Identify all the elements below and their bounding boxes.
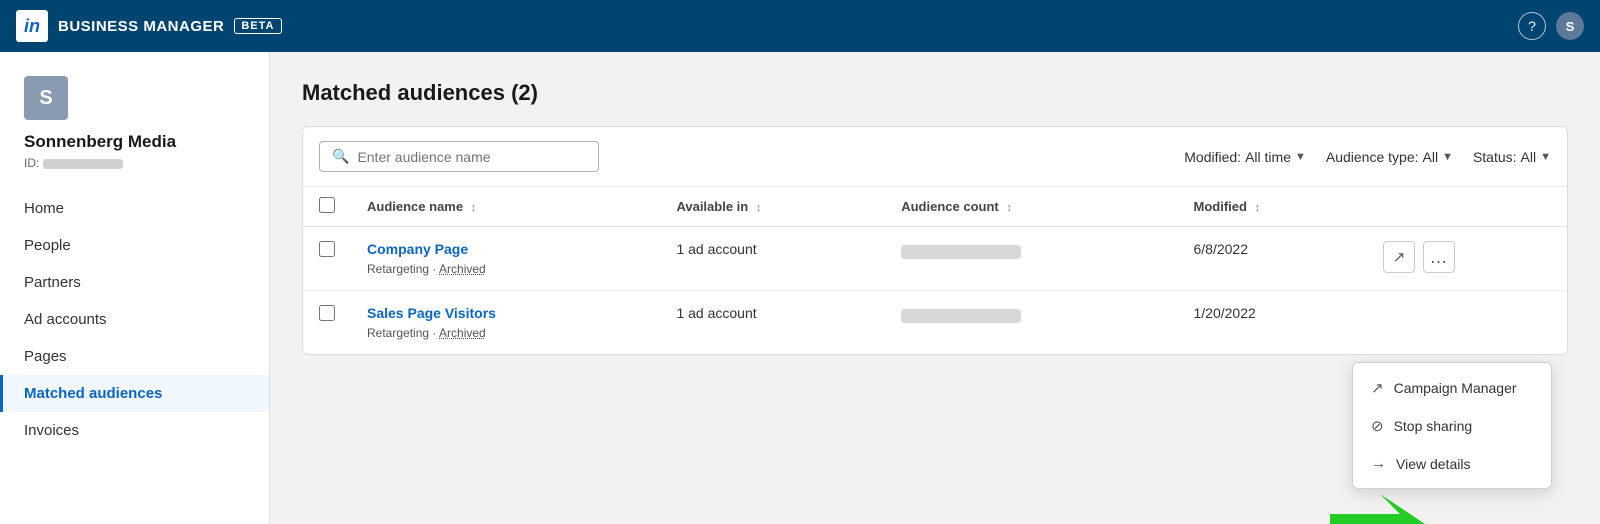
menu-item-stop-sharing-label: Stop sharing [1394, 418, 1473, 434]
modified-value: All time [1245, 149, 1291, 165]
status-value: All [1521, 149, 1537, 165]
topnav-left: in BUSINESS MANAGER BETA [16, 10, 282, 42]
row1-name-cell: Company Page Retargeting · Archived [351, 227, 660, 291]
col-available-in[interactable]: Available in ↕ [660, 187, 885, 227]
business-manager-title: BUSINESS MANAGER [58, 18, 224, 35]
menu-item-view-details-label: View details [1396, 456, 1470, 472]
col-audience-name[interactable]: Audience name ↕ [351, 187, 660, 227]
col-modified[interactable]: Modified ↕ [1178, 187, 1367, 227]
row2-available-in: 1 ad account [660, 291, 885, 355]
row2-checkbox-cell [303, 291, 351, 355]
top-navigation: in BUSINESS MANAGER BETA ? S [0, 0, 1600, 52]
campaign-manager-icon: ↗ [1371, 379, 1384, 397]
select-all-checkbox[interactable] [319, 197, 335, 213]
sidebar-item-partners[interactable]: Partners [0, 264, 269, 301]
modified-label: Modified: [1184, 149, 1241, 165]
row1-audience-name-link[interactable]: Company Page [367, 241, 644, 257]
row2-audience-sub: Retargeting · Archived [367, 326, 486, 340]
table-toolbar: 🔍 Modified: All time ▼ Audience type: Al… [303, 127, 1567, 187]
audience-type-filter[interactable]: Audience type: All ▼ [1326, 149, 1453, 165]
status-filter[interactable]: Status: All ▼ [1473, 149, 1551, 165]
sort-icon-available: ↕ [756, 202, 762, 214]
row2-audience-name-link[interactable]: Sales Page Visitors [367, 305, 644, 321]
row1-archived-label: Archived [439, 262, 486, 276]
modified-filter[interactable]: Modified: All time ▼ [1184, 149, 1306, 165]
sort-icon-name: ↕ [471, 202, 477, 214]
row2-count-bar [901, 309, 1021, 323]
sidebar: S Sonnenberg Media ID: Home People Partn… [0, 52, 270, 524]
linkedin-logo: in [16, 10, 48, 42]
row1-more-button[interactable]: … [1423, 241, 1455, 273]
view-details-icon: → [1371, 455, 1386, 472]
row1-audience-count [885, 227, 1177, 291]
row2-name-cell: Sales Page Visitors Retargeting · Archiv… [351, 291, 660, 355]
sidebar-nav: Home People Partners Ad accounts Pages M… [0, 190, 269, 449]
sidebar-item-home[interactable]: Home [0, 190, 269, 227]
help-icon[interactable]: ? [1518, 12, 1546, 40]
page-title: Matched audiences (2) [302, 80, 1568, 106]
sort-icon-count: ↕ [1006, 202, 1012, 214]
audience-type-dropdown-arrow: ▼ [1442, 151, 1453, 163]
table-row: Company Page Retargeting · Archived 1 ad… [303, 227, 1567, 291]
menu-item-campaign-manager[interactable]: ↗ Campaign Manager [1353, 369, 1551, 407]
linkedin-logo-text: in [24, 16, 40, 37]
filter-group: Modified: All time ▼ Audience type: All … [1184, 149, 1551, 165]
row2-audience-count [885, 291, 1177, 355]
col-actions [1367, 187, 1567, 227]
sort-icon-modified: ↕ [1255, 202, 1261, 214]
row1-external-link-button[interactable]: ↗ [1383, 241, 1415, 273]
row2-modified: 1/20/2022 [1178, 291, 1367, 355]
sidebar-item-invoices[interactable]: Invoices [0, 412, 269, 449]
row1-checkbox-cell [303, 227, 351, 291]
main-content: Matched audiences (2) 🔍 Modified: All ti… [270, 52, 1600, 524]
sidebar-avatar: S [24, 76, 68, 120]
col-audience-count[interactable]: Audience count ↕ [885, 187, 1177, 227]
sidebar-item-matched-audiences[interactable]: Matched audiences [0, 375, 269, 412]
arrow-svg [1330, 494, 1440, 524]
table-header-row: Audience name ↕ Available in ↕ Audience … [303, 187, 1567, 227]
row1-audience-sub: Retargeting · Archived [367, 262, 486, 276]
modified-dropdown-arrow: ▼ [1295, 151, 1306, 163]
audiences-table: Audience name ↕ Available in ↕ Audience … [303, 187, 1567, 354]
audience-type-label: Audience type: [1326, 149, 1419, 165]
user-avatar[interactable]: S [1556, 12, 1584, 40]
beta-badge: BETA [234, 18, 281, 34]
stop-sharing-icon: ⊘ [1371, 417, 1384, 435]
search-input[interactable] [357, 149, 586, 165]
row1-count-bar [901, 245, 1021, 259]
sidebar-id-bar [43, 159, 123, 169]
context-menu: ↗ Campaign Manager ⊘ Stop sharing → View… [1352, 362, 1552, 489]
sidebar-item-people[interactable]: People [0, 227, 269, 264]
row2-archived-label: Archived [439, 326, 486, 340]
main-layout: S Sonnenberg Media ID: Home People Partn… [0, 52, 1600, 524]
menu-item-campaign-manager-label: Campaign Manager [1394, 380, 1517, 396]
table-row: Sales Page Visitors Retargeting · Archiv… [303, 291, 1567, 355]
col-checkbox [303, 187, 351, 227]
row1-action-buttons: ↗ … [1383, 241, 1551, 273]
menu-item-view-details[interactable]: → View details [1353, 445, 1551, 482]
sidebar-company-name: Sonnenberg Media [0, 132, 269, 152]
row1-actions: ↗ … [1367, 227, 1567, 291]
row2-actions [1367, 291, 1567, 355]
search-icon: 🔍 [332, 148, 349, 165]
search-box: 🔍 [319, 141, 599, 172]
table-container: 🔍 Modified: All time ▼ Audience type: Al… [302, 126, 1568, 355]
status-label: Status: [1473, 149, 1517, 165]
topnav-right: ? S [1518, 12, 1584, 40]
sidebar-id: ID: [0, 156, 269, 170]
row2-checkbox[interactable] [319, 305, 335, 321]
sidebar-item-pages[interactable]: Pages [0, 338, 269, 375]
row1-available-in: 1 ad account [660, 227, 885, 291]
row1-checkbox[interactable] [319, 241, 335, 257]
row1-modified: 6/8/2022 [1178, 227, 1367, 291]
menu-item-stop-sharing[interactable]: ⊘ Stop sharing [1353, 407, 1551, 445]
sidebar-item-ad-accounts[interactable]: Ad accounts [0, 301, 269, 338]
status-dropdown-arrow: ▼ [1540, 151, 1551, 163]
audience-type-value: All [1423, 149, 1439, 165]
